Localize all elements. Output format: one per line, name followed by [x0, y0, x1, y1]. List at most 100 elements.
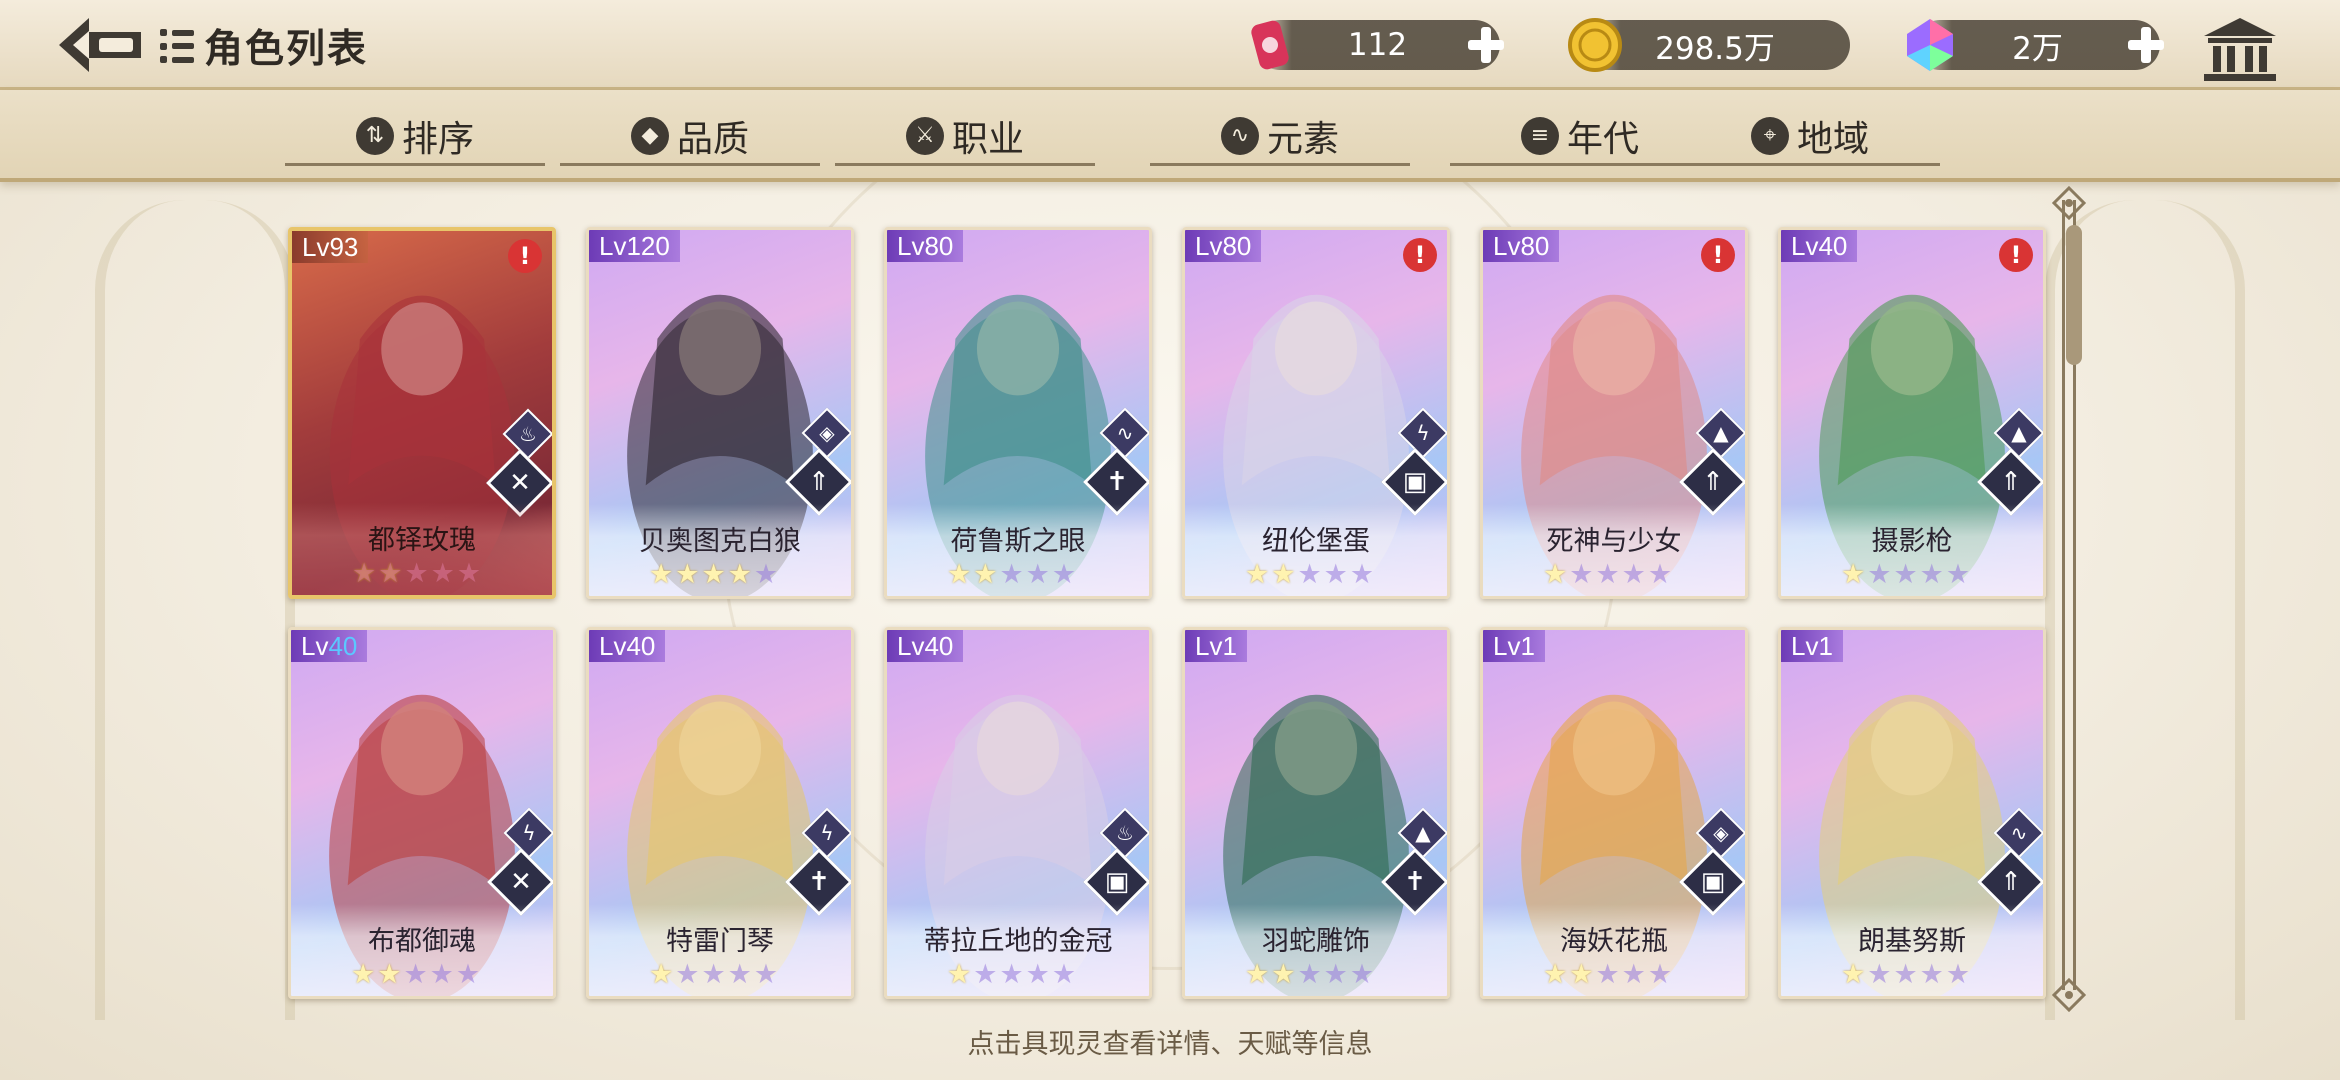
level-prefix: Lv	[1493, 631, 1521, 661]
level-badge: Lv80	[1185, 230, 1262, 262]
star-icon: ★	[1621, 959, 1646, 990]
page-title-group: 角色列表	[160, 18, 368, 74]
star-icon: ★	[1025, 959, 1050, 990]
character-card[interactable]: Lv120 ◈ ⇑ 贝奥图克白狼 ★ ★ ★ ★ ★	[586, 227, 854, 599]
character-card[interactable]: Lv80 ∿ ✝ 荷鲁斯之眼 ★ ★ ★ ★ ★	[884, 227, 1152, 599]
level-value: 40	[328, 631, 358, 661]
star-icon: ★	[973, 959, 998, 990]
filter-profession[interactable]: ⚔ 职业	[835, 108, 1095, 166]
star-icon: ★	[1349, 959, 1375, 990]
filter-label: 品质	[676, 118, 749, 160]
sort-icon: ⇅	[355, 116, 394, 155]
character-grid: Lv93! ♨ ✕ 都铎玫瑰 ★ ★ ★ ★ ★ Lv120 ◈ ⇑ 贝奥图克白狼 ★ ★ ★ ★ ★ Lv80 ∿ ✝…	[288, 227, 2048, 999]
star-rating: ★ ★ ★ ★ ★	[1245, 560, 1374, 590]
star-icon: ★	[649, 559, 674, 590]
character-card[interactable]: Lv1 ▲ ✝ 羽蛇雕饰 ★ ★ ★ ★ ★	[1182, 627, 1450, 999]
filter-era[interactable]: ≡ 年代	[1450, 108, 1710, 166]
level-value: 1	[1520, 631, 1535, 661]
star-icon: ★	[455, 959, 481, 990]
star-icon: ★	[1919, 959, 1944, 990]
star-rating: ★ ★ ★ ★ ★	[351, 960, 480, 990]
character-card[interactable]: Lv40 ♨ ▣ 蒂拉丘地的金冠 ★ ★ ★ ★ ★	[884, 627, 1152, 999]
star-icon: ★	[1271, 559, 1296, 590]
currency-tickets: 112	[1251, 20, 1504, 70]
level-badge: Lv1	[1781, 630, 1843, 662]
filter-region[interactable]: ⌖ 地域	[1680, 108, 1940, 166]
character-card[interactable]: Lv80! ϟ ▣ 纽伦堡蛋 ★ ★ ★ ★ ★	[1182, 227, 1450, 599]
level-value: 80	[924, 231, 954, 261]
star-icon: ★	[1621, 559, 1646, 590]
star-rating: ★ ★ ★ ★ ★	[1543, 560, 1672, 590]
page-title: 角色列表	[204, 27, 369, 72]
star-icon: ★	[999, 559, 1024, 590]
star-icon: ★	[727, 959, 752, 990]
star-icon: ★	[1945, 959, 1971, 990]
star-icon: ★	[1893, 959, 1918, 990]
star-rating: ★ ★ ★ ★ ★	[1245, 960, 1374, 990]
star-rating: ★ ★ ★ ★ ★	[1841, 560, 1970, 590]
character-name: 特雷门琴	[666, 926, 774, 957]
star-icon: ★	[1595, 559, 1620, 590]
character-name: 荷鲁斯之眼	[950, 526, 1086, 557]
star-icon: ★	[701, 959, 726, 990]
alert-badge-icon: !	[508, 239, 542, 273]
star-icon: ★	[947, 559, 972, 590]
character-card[interactable]: Lv1 ◈ ▣ 海妖花瓶 ★ ★ ★ ★ ★	[1480, 627, 1748, 999]
filter-element[interactable]: ∿ 元素	[1150, 108, 1410, 166]
character-name: 死神与少女	[1546, 526, 1682, 557]
star-icon: ★	[1569, 959, 1594, 990]
alert-badge-icon: !	[1701, 238, 1735, 272]
star-icon: ★	[352, 558, 377, 589]
level-value: 93	[329, 232, 359, 262]
character-name: 海妖花瓶	[1560, 926, 1668, 957]
level-prefix: Lv	[302, 232, 330, 262]
star-icon: ★	[999, 959, 1024, 990]
level-prefix: Lv	[301, 631, 329, 661]
character-card[interactable]: Lv40 ϟ ✝ 特雷门琴 ★ ★ ★ ★ ★	[586, 627, 854, 999]
star-icon: ★	[430, 558, 455, 589]
scrollbar-thumb[interactable]	[2066, 225, 2082, 365]
star-icon: ★	[1051, 559, 1077, 590]
character-name: 摄影枪	[1871, 526, 1953, 557]
star-icon: ★	[973, 559, 998, 590]
star-icon: ★	[701, 559, 726, 590]
character-card[interactable]: Lv40 ϟ ✕ 布都御魂 ★ ★ ★ ★ ★	[288, 627, 556, 999]
star-rating: ★ ★ ★ ★ ★	[947, 960, 1076, 990]
level-prefix: Lv	[1791, 631, 1819, 661]
level-value: 40	[924, 631, 954, 661]
star-icon: ★	[1647, 559, 1673, 590]
level-value: 40	[626, 631, 656, 661]
add-tickets-button[interactable]	[1464, 23, 1508, 67]
gold-coin-icon	[1568, 18, 1622, 72]
character-card[interactable]: Lv93! ♨ ✕ 都铎玫瑰 ★ ★ ★ ★ ★	[288, 227, 556, 599]
star-icon: ★	[1245, 959, 1270, 990]
star-icon: ★	[377, 959, 402, 990]
add-gems-button[interactable]	[2124, 23, 2168, 67]
character-card[interactable]: Lv40! ▲ ⇑ 摄影枪 ★ ★ ★ ★ ★	[1778, 227, 2046, 599]
star-icon: ★	[1025, 559, 1050, 590]
museum-icon[interactable]	[2200, 14, 2280, 84]
level-value: 80	[1520, 231, 1550, 261]
character-card[interactable]: Lv80! ▲ ⇑ 死神与少女 ★ ★ ★ ★ ★	[1480, 227, 1748, 599]
star-icon: ★	[429, 959, 454, 990]
character-name: 蒂拉丘地的金冠	[923, 926, 1113, 957]
filter-sort[interactable]: ⇅ 排序	[285, 108, 545, 166]
rainbow-gem-icon	[1907, 19, 1953, 71]
character-card[interactable]: Lv1 ∿ ⇑ 朗基努斯 ★ ★ ★ ★ ★	[1778, 627, 2046, 999]
star-icon: ★	[1323, 559, 1348, 590]
back-button[interactable]	[55, 12, 147, 78]
star-icon: ★	[456, 558, 482, 589]
star-icon: ★	[1867, 959, 1892, 990]
star-rating: ★ ★ ★ ★ ★	[649, 560, 778, 590]
level-badge: Lv40	[589, 630, 666, 662]
star-icon: ★	[1841, 559, 1866, 590]
alert-badge-icon: !	[1403, 238, 1437, 272]
star-icon: ★	[727, 559, 752, 590]
filter-quality[interactable]: ◆ 品质	[560, 108, 820, 166]
star-rating: ★ ★ ★ ★ ★	[1841, 960, 1970, 990]
star-rating: ★ ★ ★ ★ ★	[1543, 960, 1672, 990]
star-icon: ★	[1297, 959, 1322, 990]
top-bar: 角色列表 112 298.5万 2万	[0, 0, 2340, 90]
star-icon: ★	[1595, 959, 1620, 990]
filter-bar: ⇅ 排序 ◆ 品质 ⚔ 职业 ∿ 元素 ≡ 年代 ⌖ 地域	[0, 90, 2340, 182]
